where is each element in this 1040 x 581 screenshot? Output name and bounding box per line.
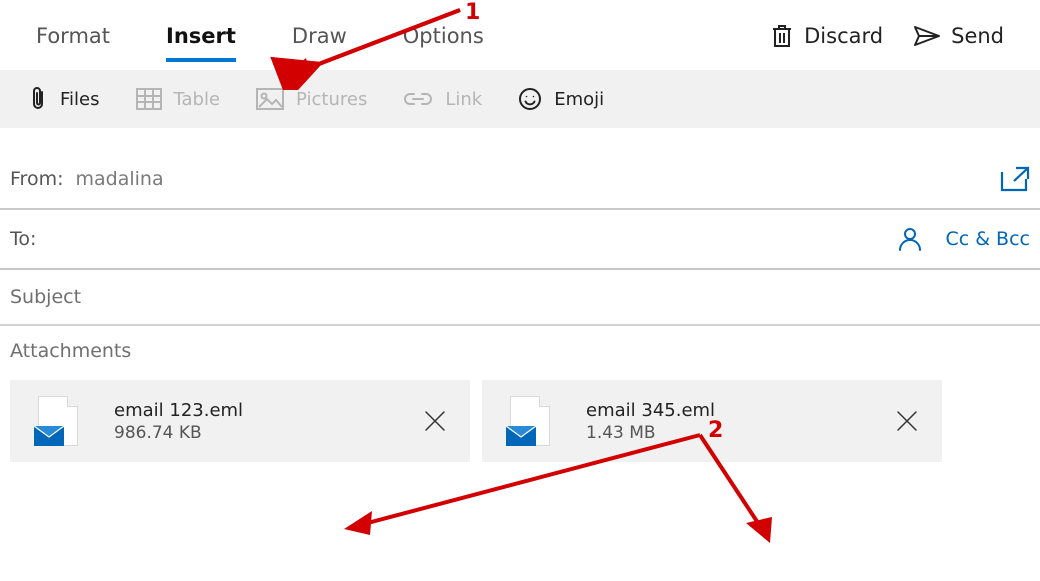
tab-label: Options	[403, 24, 484, 48]
from-field[interactable]: From: madalina	[0, 150, 1040, 210]
contacts-icon[interactable]	[897, 226, 923, 252]
tool-label: Link	[445, 89, 482, 110]
insert-files-button[interactable]: Files	[28, 86, 100, 112]
link-icon	[403, 90, 433, 108]
annotation-number-2: 2	[708, 418, 723, 443]
from-value: madalina	[75, 168, 163, 190]
tab-draw[interactable]: Draw	[292, 14, 347, 58]
attachment-size: 1.43 MB	[586, 423, 715, 443]
send-button[interactable]: Send	[913, 24, 1004, 48]
attachment-name: email 345.eml	[586, 400, 715, 421]
attachment-item[interactable]: email 123.eml 986.74 KB	[10, 380, 470, 462]
compose-tabs: Format Insert Draw Options Discard S	[0, 0, 1040, 70]
from-label: From:	[10, 168, 63, 190]
annotation-number-1: 1	[465, 0, 480, 25]
popout-icon[interactable]	[1000, 166, 1030, 192]
attachment-size: 986.74 KB	[114, 423, 243, 443]
attachment-name: email 123.eml	[114, 400, 243, 421]
tab-label: Draw	[292, 24, 347, 48]
eml-file-icon	[508, 394, 552, 448]
tab-label: Insert	[166, 24, 236, 48]
subject-placeholder: Subject	[10, 286, 81, 308]
table-icon	[136, 88, 162, 110]
to-label: To:	[10, 228, 36, 250]
picture-icon	[256, 88, 284, 110]
tool-label: Table	[174, 89, 221, 110]
tab-format[interactable]: Format	[36, 14, 110, 58]
insert-table-button: Table	[136, 88, 221, 110]
tool-label: Pictures	[296, 89, 367, 110]
discard-button[interactable]: Discard	[770, 23, 883, 49]
eml-file-icon	[36, 394, 80, 448]
emoji-icon	[518, 87, 542, 111]
insert-pictures-button: Pictures	[256, 88, 367, 110]
send-label: Send	[951, 24, 1004, 48]
paperclip-icon	[28, 86, 48, 112]
insert-link-button: Link	[403, 89, 482, 110]
attachments-list: email 123.eml 986.74 KB email 345.eml 1.…	[0, 380, 1040, 462]
cc-bcc-button[interactable]: Cc & Bcc	[945, 228, 1030, 250]
tab-insert[interactable]: Insert	[166, 14, 236, 58]
subject-field[interactable]: Subject	[0, 270, 1040, 326]
tool-label: Files	[60, 89, 100, 110]
insert-emoji-button[interactable]: Emoji	[518, 87, 604, 111]
discard-label: Discard	[804, 24, 883, 48]
remove-attachment-button[interactable]	[894, 408, 920, 434]
to-field[interactable]: To: Cc & Bcc	[0, 210, 1040, 270]
trash-icon	[770, 23, 794, 49]
remove-attachment-button[interactable]	[422, 408, 448, 434]
tool-label: Emoji	[554, 89, 604, 110]
send-icon	[913, 25, 941, 47]
tab-label: Format	[36, 24, 110, 48]
attachments-label: Attachments	[0, 326, 1040, 380]
insert-toolbar: Files Table Pictures	[0, 70, 1040, 128]
